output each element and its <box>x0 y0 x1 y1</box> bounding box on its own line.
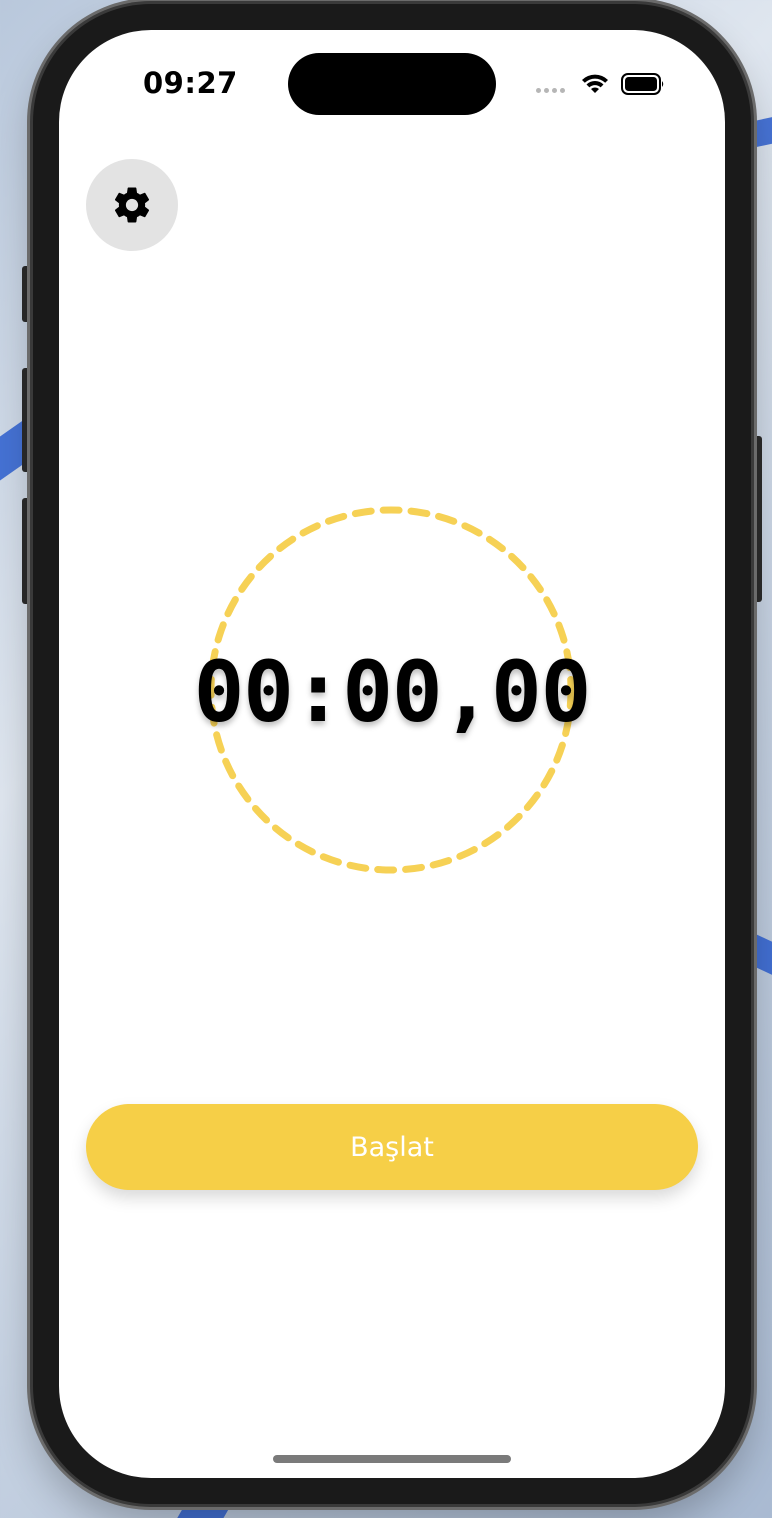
start-button[interactable]: Başlat <box>86 1104 698 1190</box>
status-time: 09:27 <box>143 66 238 100</box>
wifi-icon <box>582 74 608 93</box>
timer-display: 00:00,00 <box>193 643 592 741</box>
cellular-signal-icon <box>536 88 565 93</box>
dynamic-island <box>288 53 496 115</box>
gear-icon <box>114 187 150 223</box>
battery-icon <box>621 73 664 95</box>
power-button <box>750 436 762 602</box>
app-screen: 09:27 00:00,00 Başlat <box>59 30 725 1478</box>
settings-button[interactable] <box>86 159 178 251</box>
home-indicator[interactable] <box>273 1455 511 1463</box>
